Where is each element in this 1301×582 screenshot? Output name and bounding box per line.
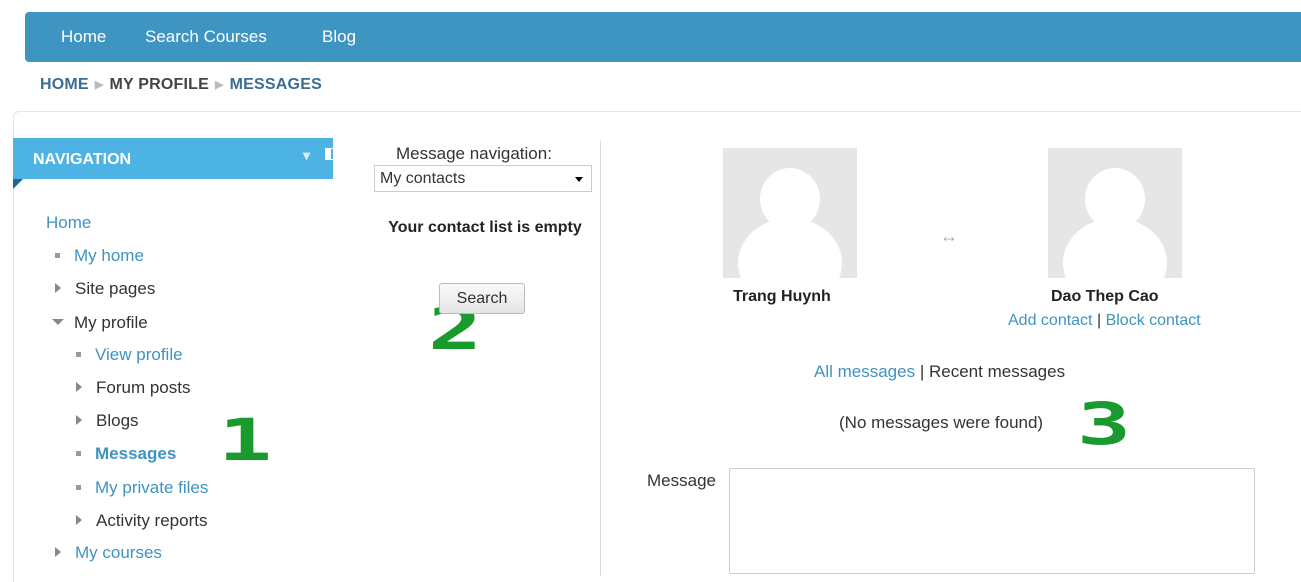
nav-item-home[interactable]: Home xyxy=(46,213,91,233)
navigation-block-header: NAVIGATION ▾ xyxy=(13,138,337,189)
nav-item-my-courses[interactable]: My courses xyxy=(55,543,162,563)
collapse-arrow-icon[interactable] xyxy=(52,319,64,325)
breadcrumb-messages[interactable]: MESSAGES xyxy=(230,76,322,93)
nav-item-label[interactable]: My home xyxy=(74,246,144,265)
nav-item-activity-reports[interactable]: Activity reports xyxy=(76,511,207,531)
nav-item-label[interactable]: My courses xyxy=(75,543,162,562)
expand-arrow-icon[interactable] xyxy=(76,382,82,392)
nav-item-label[interactable]: Forum posts xyxy=(96,378,190,397)
bullet-icon xyxy=(55,253,60,258)
separator: | xyxy=(1096,312,1102,329)
avatar-user2 xyxy=(1048,148,1182,278)
chevron-down-icon xyxy=(575,177,583,182)
nav-item-label[interactable]: My profile xyxy=(74,313,148,332)
avatar-body-icon xyxy=(1063,218,1167,278)
user2-name: Dao Thep Cao xyxy=(1051,288,1159,305)
expand-arrow-icon[interactable] xyxy=(55,547,61,557)
header-tab-tip xyxy=(13,179,23,189)
bullet-icon xyxy=(76,451,81,456)
select-value: My contacts xyxy=(380,170,466,187)
search-button[interactable]: Search xyxy=(439,283,525,314)
breadcrumb-home[interactable]: HOME xyxy=(40,76,89,93)
nav-item-my-home[interactable]: My home xyxy=(55,246,144,266)
bullet-icon xyxy=(76,352,81,357)
top-nav-bar: Home Search Courses Blog xyxy=(25,12,1301,62)
contact-actions: Add contact | Block contact xyxy=(1008,312,1201,330)
separator: | xyxy=(919,362,925,381)
top-nav-search-courses[interactable]: Search Courses xyxy=(145,27,267,47)
expand-arrow-icon[interactable] xyxy=(76,515,82,525)
expand-arrow-icon[interactable] xyxy=(55,283,61,293)
navigation-title: NAVIGATION xyxy=(33,151,132,168)
block-contact-link[interactable]: Block contact xyxy=(1106,312,1201,329)
bullet-icon xyxy=(76,485,81,490)
message-label: Message xyxy=(647,471,716,490)
nav-item-my-profile[interactable]: My profile xyxy=(52,313,148,333)
all-messages-link[interactable]: All messages xyxy=(814,362,915,381)
nav-item-messages[interactable]: Messages xyxy=(76,444,176,464)
nav-item-view-profile[interactable]: View profile xyxy=(76,345,183,365)
nav-item-label[interactable]: My private files xyxy=(95,478,208,497)
nav-item-label[interactable]: Activity reports xyxy=(96,511,207,530)
annotation-marker-1: 1 xyxy=(218,406,273,474)
avatar-user1 xyxy=(723,148,857,278)
dock-icon[interactable] xyxy=(325,148,337,160)
add-contact-link[interactable]: Add contact xyxy=(1008,312,1093,329)
recent-messages-label: Recent messages xyxy=(929,362,1066,381)
top-nav-blog[interactable]: Blog xyxy=(322,27,356,47)
avatar-body-icon xyxy=(738,218,842,278)
nav-item-my-private-files[interactable]: My private files xyxy=(76,478,208,498)
breadcrumb: HOME ▶ MY PROFILE ▶ MESSAGES xyxy=(40,76,322,94)
breadcrumb-separator-icon: ▶ xyxy=(214,79,224,91)
nav-item-blogs[interactable]: Blogs xyxy=(76,411,139,431)
message-textarea[interactable] xyxy=(729,468,1255,574)
no-messages-text: (No messages were found) xyxy=(839,413,1044,432)
nav-item-label[interactable]: View profile xyxy=(95,345,183,364)
message-filter-links: All messages | Recent messages xyxy=(814,362,1065,382)
message-navigation-select[interactable]: My contacts xyxy=(374,165,592,192)
collapse-icon[interactable]: ▾ xyxy=(303,147,310,164)
message-navigation-label: Message navigation: xyxy=(396,144,552,163)
annotation-marker-3: 3 xyxy=(1077,390,1132,458)
empty-contact-list-text: Your contact list is empty xyxy=(388,219,582,236)
nav-item-label[interactable]: Messages xyxy=(95,444,176,463)
top-nav-home[interactable]: Home xyxy=(61,27,106,47)
nav-item-forum-posts[interactable]: Forum posts xyxy=(76,378,190,398)
nav-item-site-pages[interactable]: Site pages xyxy=(55,279,155,299)
nav-item-label[interactable]: Home xyxy=(46,213,91,232)
breadcrumb-separator-icon: ▶ xyxy=(94,79,104,91)
expand-arrow-icon[interactable] xyxy=(76,415,82,425)
column-divider xyxy=(600,140,601,576)
nav-item-label[interactable]: Site pages xyxy=(75,279,155,298)
swap-arrows-icon: ↔ xyxy=(940,226,958,246)
breadcrumb-my-profile[interactable]: MY PROFILE xyxy=(109,76,209,93)
user1-name: Trang Huynh xyxy=(733,288,831,305)
nav-item-label[interactable]: Blogs xyxy=(96,411,139,430)
